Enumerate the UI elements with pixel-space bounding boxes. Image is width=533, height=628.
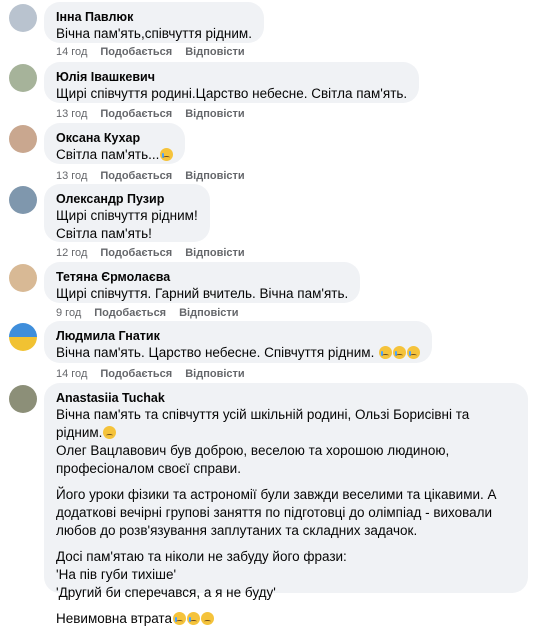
comment-author[interactable]: Тетяна Єрмолаєва: [56, 269, 348, 285]
comment-bubble: Anastasiia Tuchak Вічна пам'ять та співч…: [44, 383, 528, 626]
like-button[interactable]: Подобається: [100, 246, 172, 260]
avatar[interactable]: [9, 125, 37, 153]
comment-time[interactable]: 13 год: [56, 107, 87, 121]
comment-text: Олег Вацлавович був доброю, веселою та х…: [56, 443, 450, 476]
comment-bubble: Юлія Івашкевич Щирі співчуття родині.Цар…: [44, 62, 420, 103]
avatar[interactable]: [9, 264, 37, 292]
comment-actions: 12 год Подобається Відповісти: [56, 246, 245, 260]
crying-emoji-icon: [379, 346, 393, 359]
avatar[interactable]: [9, 64, 37, 92]
crying-emoji-icon: [393, 346, 407, 359]
reply-button[interactable]: Відповісти: [179, 306, 238, 320]
comment-actions: 9 год Подобається Відповісти: [56, 306, 239, 320]
comment-bubble: Тетяна Єрмолаєва Щирі співчуття. Гарний …: [44, 262, 361, 303]
comment-text: Його уроки фізики та астрономії були зав…: [56, 487, 497, 538]
comment-author[interactable]: Олександр Пузир: [56, 191, 198, 207]
comment-actions: 13 год Подобається Відповісти: [56, 169, 245, 183]
comment-text: Вічна пам'ять та співчуття усій шкільній…: [56, 406, 516, 442]
reply-button[interactable]: Відповісти: [185, 45, 244, 59]
comment-author[interactable]: Anastasiia Tuchak: [56, 390, 516, 406]
comment-text: Світла пам'ять...: [56, 146, 174, 164]
like-button[interactable]: Подобається: [100, 367, 172, 381]
sad-emoji-icon: [103, 426, 117, 439]
comment-text-content: Світла пам'ять...: [56, 147, 160, 162]
comment-author[interactable]: Оксана Кухар: [56, 130, 173, 146]
like-button[interactable]: Подобається: [94, 306, 166, 320]
reply-button[interactable]: Відповісти: [185, 246, 244, 260]
comment-text: 'На пів губи тихіше': [56, 567, 177, 582]
comment-text: Вічна пам'ять,співчуття рідним.: [56, 26, 252, 41]
comment-actions: 13 год Подобається Відповісти: [56, 107, 245, 121]
comment-text-content: Вічна пам'ять та співчуття усій шкільній…: [56, 407, 470, 440]
comment-time[interactable]: 12 год: [56, 246, 87, 260]
crying-emoji-icon: [186, 612, 200, 625]
avatar[interactable]: [9, 323, 37, 351]
avatar[interactable]: [9, 186, 37, 214]
sad-emoji-icon: [160, 148, 174, 161]
comment-author[interactable]: Людмила Гнатик: [56, 328, 420, 344]
comment-bubble: Оксана Кухар Світла пам'ять...: [44, 123, 186, 164]
comment-text: Щирі співчуття рідним!: [56, 208, 198, 223]
comment-time[interactable]: 13 год: [56, 169, 87, 183]
reply-button[interactable]: Відповісти: [185, 107, 244, 121]
reply-button[interactable]: Відповісти: [185, 367, 244, 381]
crying-emoji-icon: [407, 346, 421, 359]
like-button[interactable]: Подобається: [100, 45, 172, 59]
comment-actions: 14 год Подобається Відповісти: [56, 367, 245, 381]
comment-actions: 14 год Подобається Відповісти: [56, 45, 245, 59]
comment-text: Вічна пам'ять. Царство небесне. Співчутт…: [56, 344, 421, 362]
comment-bubble: Людмила Гнатик Вічна пам'ять. Царство не…: [44, 321, 433, 363]
comment-bubble: Олександр Пузир Щирі співчуття рідним! С…: [44, 184, 210, 242]
comment-time[interactable]: 14 год: [56, 367, 87, 381]
sad-emoji-icon: [200, 612, 214, 625]
like-button[interactable]: Подобається: [100, 107, 172, 121]
comment-time[interactable]: 14 год: [56, 45, 87, 59]
comment-text: Досі пам'ятаю та ніколи не забуду його ф…: [56, 549, 347, 564]
comment-text: Невимовна втрата: [56, 610, 516, 628]
comment-author[interactable]: Інна Павлюк: [56, 9, 252, 25]
comment-text: Щирі співчуття. Гарний вчитель. Вічна па…: [56, 286, 349, 301]
comment-text-content: Невимовна втрата: [56, 611, 172, 626]
like-button[interactable]: Подобається: [100, 169, 172, 183]
comment-text: 'Другий би сперечався, а я не буду': [56, 585, 276, 600]
comment-time[interactable]: 9 год: [56, 306, 81, 320]
reply-button[interactable]: Відповісти: [185, 169, 244, 183]
comment-text: Щирі співчуття родині.Царство небесне. С…: [56, 86, 408, 101]
comment-text-content: Вічна пам'ять. Царство небесне. Співчутт…: [56, 345, 375, 360]
crying-emoji-icon: [172, 612, 186, 625]
comment-author[interactable]: Юлія Івашкевич: [56, 69, 407, 85]
avatar[interactable]: [9, 4, 37, 32]
comment-bubble: Інна Павлюк Вічна пам'ять,співчуття рідн…: [44, 2, 264, 43]
comment-text: Світла пам'ять!: [56, 226, 152, 241]
avatar[interactable]: [9, 385, 37, 413]
